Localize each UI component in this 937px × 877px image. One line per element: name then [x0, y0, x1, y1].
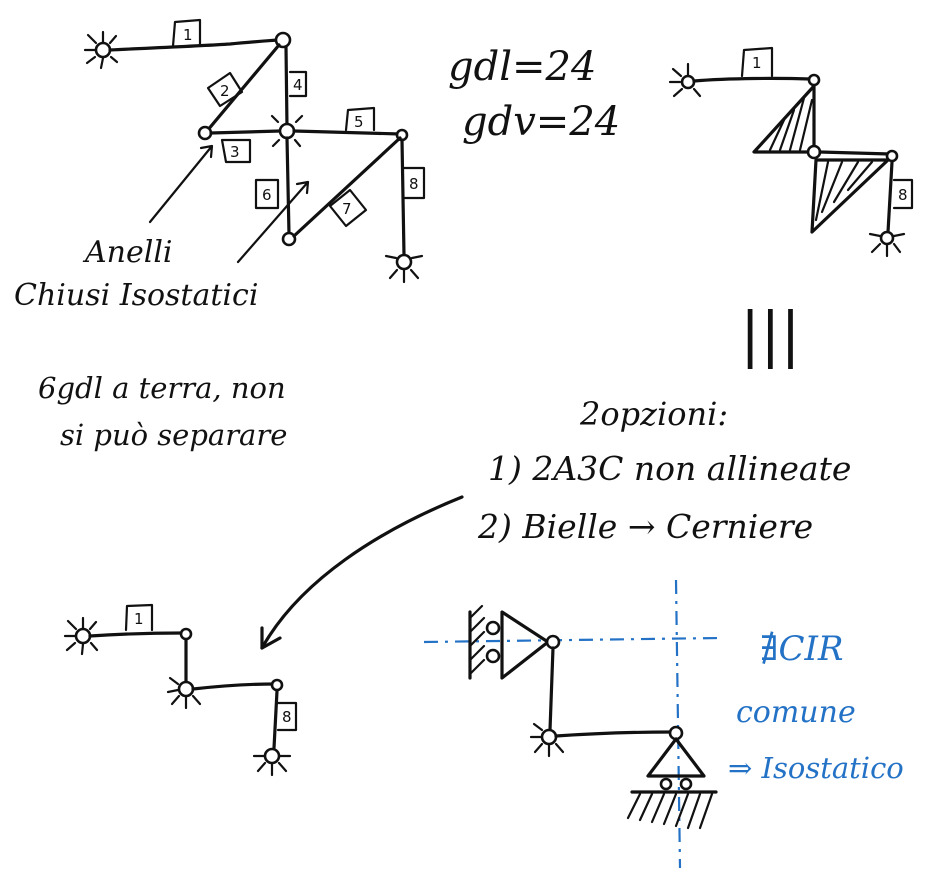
br-roller-4 [679, 777, 693, 791]
beam-6-label: 6 [262, 186, 272, 204]
tr-beam-mid [818, 150, 892, 156]
beam-1-label: 1 [183, 26, 193, 44]
blue-note-isostatico: ⇒ Isostatico [728, 751, 904, 785]
br-roller-1 [485, 620, 501, 636]
beam-6 [285, 136, 291, 236]
beam-3-label: 3 [230, 143, 240, 161]
bl-beam-8 [272, 689, 279, 750]
top-right-structure: 1 8 [668, 46, 914, 258]
beam-4-label: 4 [293, 76, 303, 94]
br-wall-hatch [468, 604, 486, 676]
bl-ground-mid [166, 676, 202, 710]
blue-note-cir: ∄CIR [760, 629, 844, 669]
bottom-right-structure [423, 579, 721, 869]
blue-note-comune: comune [736, 695, 856, 730]
tr-beam-8 [886, 160, 894, 234]
note-gdv: gdv=24 [462, 99, 620, 145]
arrow-loop-left [148, 144, 214, 224]
tr-beam-8-label: 8 [898, 186, 908, 204]
br-beam-horizontal [554, 730, 674, 738]
hinge-left-mid [197, 125, 213, 141]
beam-7 [292, 136, 402, 238]
bl-beam-1 [88, 631, 185, 638]
beam-5 [292, 129, 402, 136]
tr-triangle-1-hatch [768, 96, 814, 152]
beam-2-label: 2 [220, 82, 230, 100]
note-chiusi-isostatici: Chiusi Isostatici [14, 278, 258, 313]
note-option-1: 1) 2A3C non allineate [488, 449, 851, 488]
tr-hinge-mid [806, 144, 822, 160]
tr-beam-1-label: 1 [752, 54, 762, 72]
bl-hinge-top [179, 627, 193, 641]
note-options-title: 2opzioni: [579, 395, 728, 433]
tr-hinge-top [807, 73, 821, 87]
note-non-separare: si può separare [60, 418, 287, 452]
br-roller-2 [485, 648, 501, 664]
beam-8-label: 8 [409, 175, 419, 193]
note-option-2: 2) Bielle → Cerniere [477, 507, 813, 546]
structural-sketch-canvas: 1 4 2 3 5 6 7 8 Anelli Chiusi Isostatici… [14, 18, 914, 869]
br-hinge-top [545, 634, 561, 650]
tr-hinge-right [885, 149, 899, 163]
equivalence-mark: ||| [740, 300, 801, 370]
beam-1 [108, 38, 280, 52]
br-hinge-right [668, 725, 684, 741]
beam-3 [209, 129, 282, 135]
note-anelli: Anelli [82, 235, 173, 270]
tr-triangle-2 [810, 158, 890, 234]
bl-beam-mid [191, 682, 276, 691]
note-gdl-terra: 6gdl a terra, non [38, 371, 286, 405]
br-roller-3 [659, 777, 673, 791]
tr-ground-right [868, 230, 906, 258]
beam-5-label: 5 [354, 113, 364, 131]
br-slider-triangle [500, 610, 550, 680]
br-roller-triangle [646, 737, 706, 778]
beam-2 [205, 43, 281, 133]
note-gdl: gdl=24 [448, 44, 596, 90]
curved-arrow [260, 495, 464, 650]
br-beam-vertical [548, 646, 555, 732]
bl-hinge-right [270, 678, 284, 692]
bl-ground-right [252, 747, 292, 777]
br-ground-hatch [626, 792, 714, 830]
ground-support-right [384, 253, 424, 284]
beam-7-label: 7 [342, 200, 352, 218]
tr-triangle-2-hatch [814, 160, 874, 222]
br-ground-hinge [529, 722, 565, 758]
bl-beam-8-label: 8 [282, 708, 292, 726]
bl-beam-1-label: 1 [134, 610, 144, 628]
beam-4 [284, 45, 289, 130]
tr-beam-1 [692, 76, 812, 83]
arrow-loop-right [236, 180, 310, 264]
